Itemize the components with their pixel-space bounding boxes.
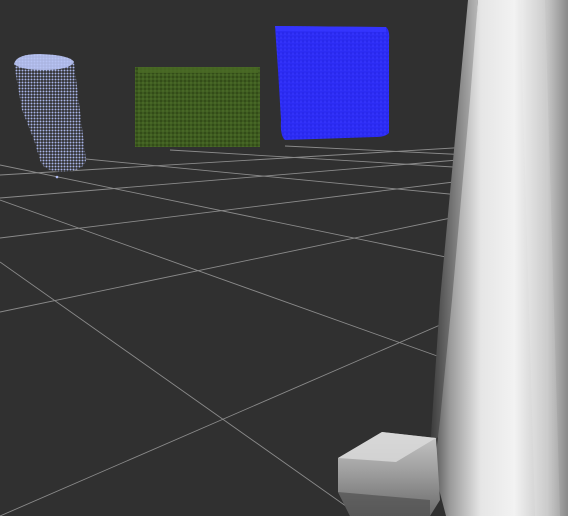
3d-viewport[interactable] [0, 0, 568, 516]
scene-canvas[interactable] [0, 0, 568, 516]
green-box-point-cloud[interactable] [135, 67, 260, 147]
blue-box-point-cloud[interactable] [275, 26, 390, 140]
